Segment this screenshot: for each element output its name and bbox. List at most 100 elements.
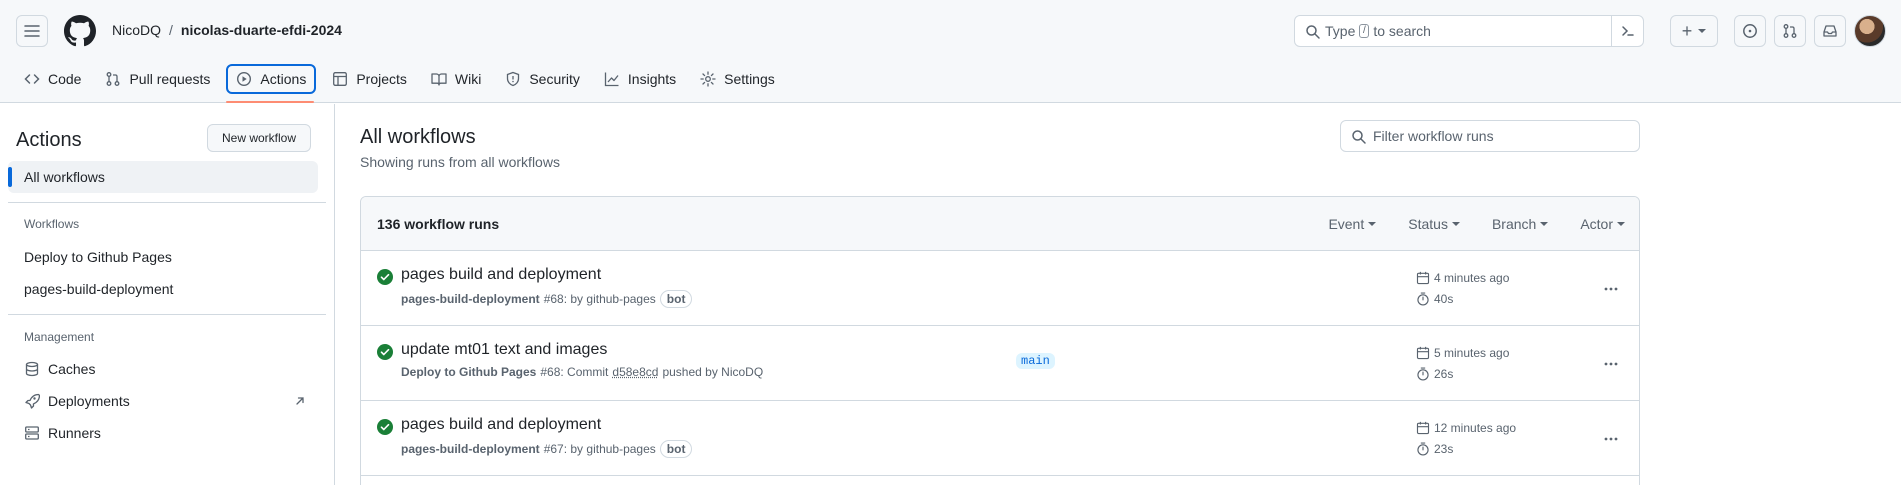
run-workflow-name: Deploy to Github Pages [401,365,537,379]
runs-filters: Event Status Branch Actor [1328,216,1625,232]
run-meta: pages-build-deployment #67: by github-pa… [401,440,693,458]
run-duration-text: 23s [1434,442,1454,456]
app-header: NicoDQ / nicolas-duarte-efdi-2024 Type /… [0,0,1901,103]
run-options-button[interactable] [1597,275,1625,303]
runs-count: 136 workflow runs [377,216,500,232]
actor-filter-label: Actor [1580,216,1613,232]
sidebar-item-caches[interactable]: Caches [8,353,318,385]
kebab-horizontal-icon [1604,437,1618,441]
runs-list-header: 136 workflow runs Event Status Branch Ac… [361,197,1639,251]
inbox-button[interactable] [1814,15,1846,47]
run-duration-text: 40s [1434,292,1454,306]
filter-workflow-runs-input[interactable]: Filter workflow runs [1340,120,1640,152]
sidebar-item-deploy-to-github-pages[interactable]: Deploy to Github Pages [8,241,318,273]
rocket-icon [25,393,40,409]
run-timestamp: 12 minutes ago [1416,421,1516,435]
workflows-heading: Workflows [24,217,80,231]
database-icon [25,361,39,377]
run-duration-text: 26s [1434,367,1454,381]
breadcrumb: NicoDQ / nicolas-duarte-efdi-2024 [112,22,342,38]
sidebar-item-pages-build-deployment[interactable]: pages-build-deployment [8,273,318,305]
sidebar-item-runners[interactable]: Runners [8,417,318,449]
chevron-down-icon [1368,222,1377,226]
sidebar-item-deployments[interactable]: Deployments [8,385,318,417]
issues-button[interactable] [1734,15,1766,47]
link-external-icon [296,397,304,405]
github-logo-icon[interactable] [64,15,96,47]
management-heading: Management [24,330,95,344]
calendar-icon [1416,346,1430,360]
stopwatch-icon [1417,292,1429,306]
run-options-button[interactable] [1597,350,1625,378]
status-filter-label: Status [1408,216,1448,232]
search-shortcut-key: / [1359,24,1370,38]
status-filter-dropdown[interactable]: Status [1408,216,1460,232]
run-duration: 23s [1416,442,1453,456]
tab-settings-label: Settings [724,71,775,87]
pull-requests-button[interactable] [1774,15,1806,47]
tab-wiki[interactable]: Wiki [423,64,489,94]
command-palette-button[interactable] [1611,16,1643,46]
tab-actions[interactable]: Actions [226,64,317,94]
actor-filter-dropdown[interactable]: Actor [1580,216,1625,232]
workflow-runs-list: 136 workflow runs Event Status Branch Ac… [360,196,1640,485]
event-filter-dropdown[interactable]: Event [1328,216,1377,232]
bot-badge: bot [659,290,693,308]
run-number: #68 [543,292,564,306]
commit-sha-link[interactable]: d58e8cd [612,365,658,379]
sidebar-item-all-workflows[interactable]: All workflows [8,161,318,193]
sidebar-title: Actions [16,129,82,151]
actions-sidebar: Actions New workflow All workflows Workf… [0,104,335,485]
menu-button[interactable] [16,15,48,47]
run-options-button[interactable] [1597,425,1625,453]
sidebar-item-label: pages-build-deployment [24,281,174,297]
chevron-down-icon [1617,222,1625,226]
run-meta: Deploy to Github Pages #68: Commit d58e8… [401,365,763,379]
tab-security[interactable]: Security [497,64,588,94]
create-new-button[interactable]: + [1670,15,1718,47]
breadcrumb-repo[interactable]: nicolas-duarte-efdi-2024 [181,22,342,38]
table-row[interactable]: update mt01 text and images Deploy to Gi… [361,326,1639,401]
run-title-link[interactable]: pages build and deployment [401,416,601,434]
run-number: #67 [543,442,564,456]
tab-pull-requests[interactable]: Pull requests [97,64,218,94]
git-pull-request-icon [1783,24,1797,38]
run-duration: 26s [1416,367,1453,381]
stopwatch-icon [1417,442,1429,456]
play-icon [237,71,252,87]
run-duration: 40s [1416,292,1453,306]
kebab-horizontal-icon [1604,287,1618,291]
tab-security-label: Security [529,71,580,87]
table-icon [333,72,348,86]
table-row[interactable]: pages build and deployment pages-build-d… [361,401,1639,476]
check-circle-fill-icon [377,419,393,435]
table-row[interactable]: pages build and deployment pages-build-d… [361,251,1639,326]
hamburger-icon [24,25,40,37]
search-icon [1306,25,1320,39]
code-icon [24,74,40,84]
global-search-input[interactable]: Type / to search [1294,15,1644,47]
search-icon [1352,130,1366,144]
filter-placeholder: Filter workflow runs [1373,128,1494,144]
branch-filter-label: Branch [1491,216,1537,232]
shield-icon [507,71,520,87]
run-workflow-name: pages-build-deployment [401,292,540,306]
repo-nav: Code Pull requests Actions Projects Wiki… [16,64,783,96]
branch-label[interactable]: main [1016,353,1055,369]
sidebar-item-label: Deploy to Github Pages [24,249,172,265]
tab-settings[interactable]: Settings [692,64,783,94]
breadcrumb-owner[interactable]: NicoDQ [112,22,161,38]
tab-projects[interactable]: Projects [324,64,415,94]
tab-code[interactable]: Code [16,64,89,94]
book-icon [431,73,447,86]
sidebar-divider [8,202,326,203]
tab-insights[interactable]: Insights [596,64,684,94]
run-workflow-name: pages-build-deployment [401,442,540,456]
branch-filter-dropdown[interactable]: Branch [1491,216,1549,232]
inbox-icon [1823,25,1837,37]
run-title-link[interactable]: update mt01 text and images [401,341,607,359]
new-workflow-button[interactable]: New workflow [207,124,311,152]
sidebar-item-label: All workflows [24,169,105,185]
run-title-link[interactable]: pages build and deployment [401,266,601,284]
user-avatar[interactable] [1854,15,1886,47]
